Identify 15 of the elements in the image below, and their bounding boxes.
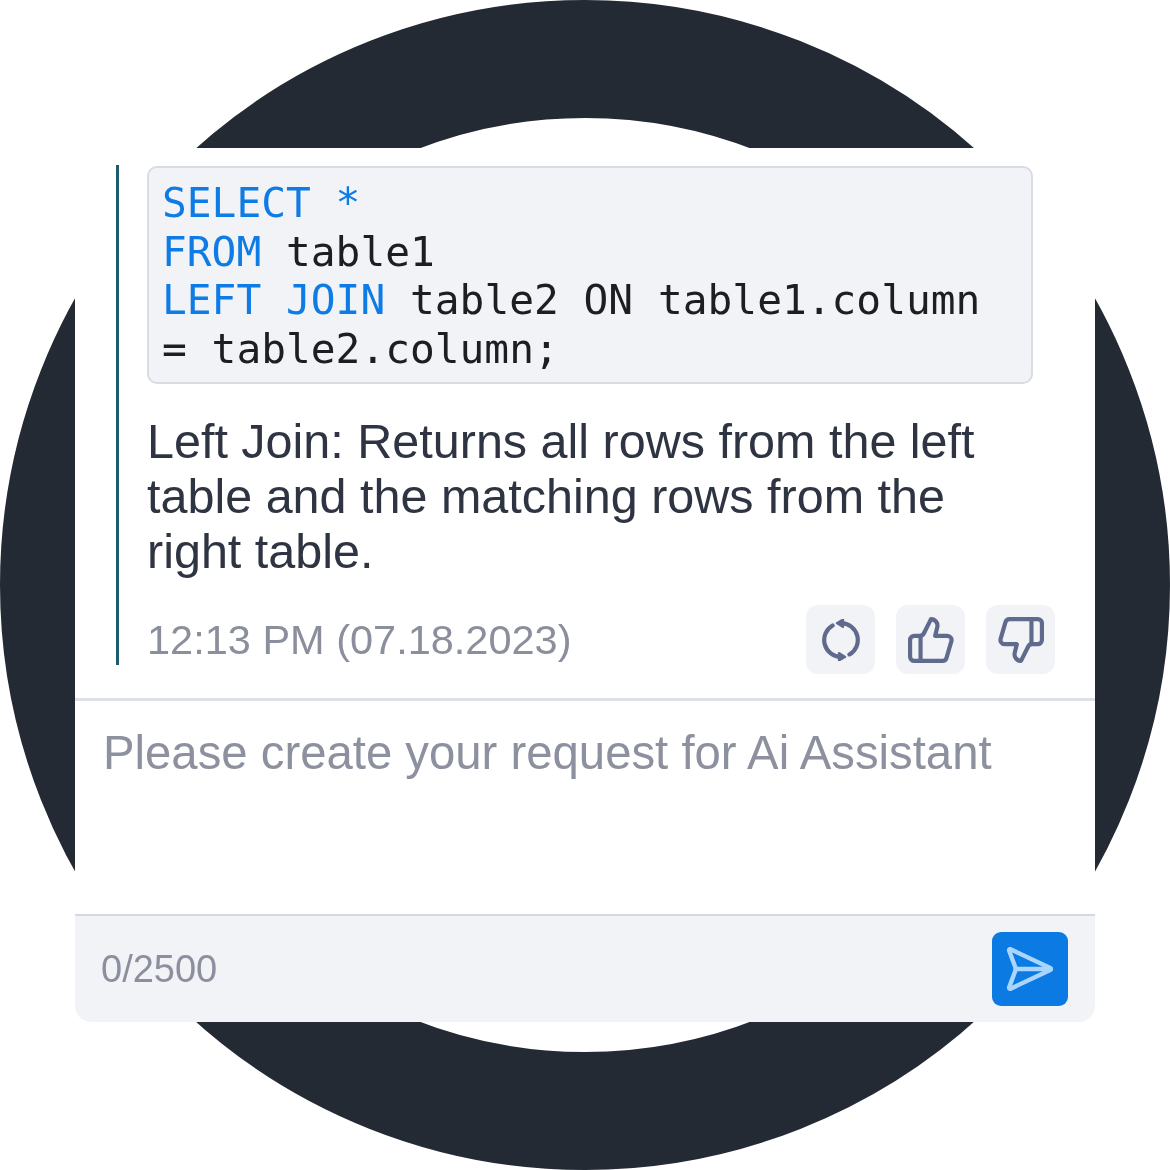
thumbs-down-icon [997, 616, 1044, 663]
code-line: LEFT JOIN table2 ON table1.column [162, 276, 982, 325]
regenerate-button[interactable] [806, 605, 875, 674]
code-line: FROM table1 [162, 227, 436, 276]
thumbs-up-icon [907, 616, 954, 663]
code-line: SELECT * [162, 179, 362, 228]
refresh-icon [821, 618, 860, 661]
message-text: Left Join: Returns all rows from the left table and the matching rows from the right table. [147, 414, 976, 579]
like-button[interactable] [896, 605, 965, 674]
timestamp: 12:13 PM (07.18.2023) [147, 614, 572, 665]
dislike-button[interactable] [986, 605, 1055, 674]
code-line: = table2.column; [162, 324, 560, 373]
character-counter: 0/2500 [101, 947, 218, 991]
send-button[interactable] [992, 932, 1068, 1006]
send-icon [1006, 947, 1054, 991]
